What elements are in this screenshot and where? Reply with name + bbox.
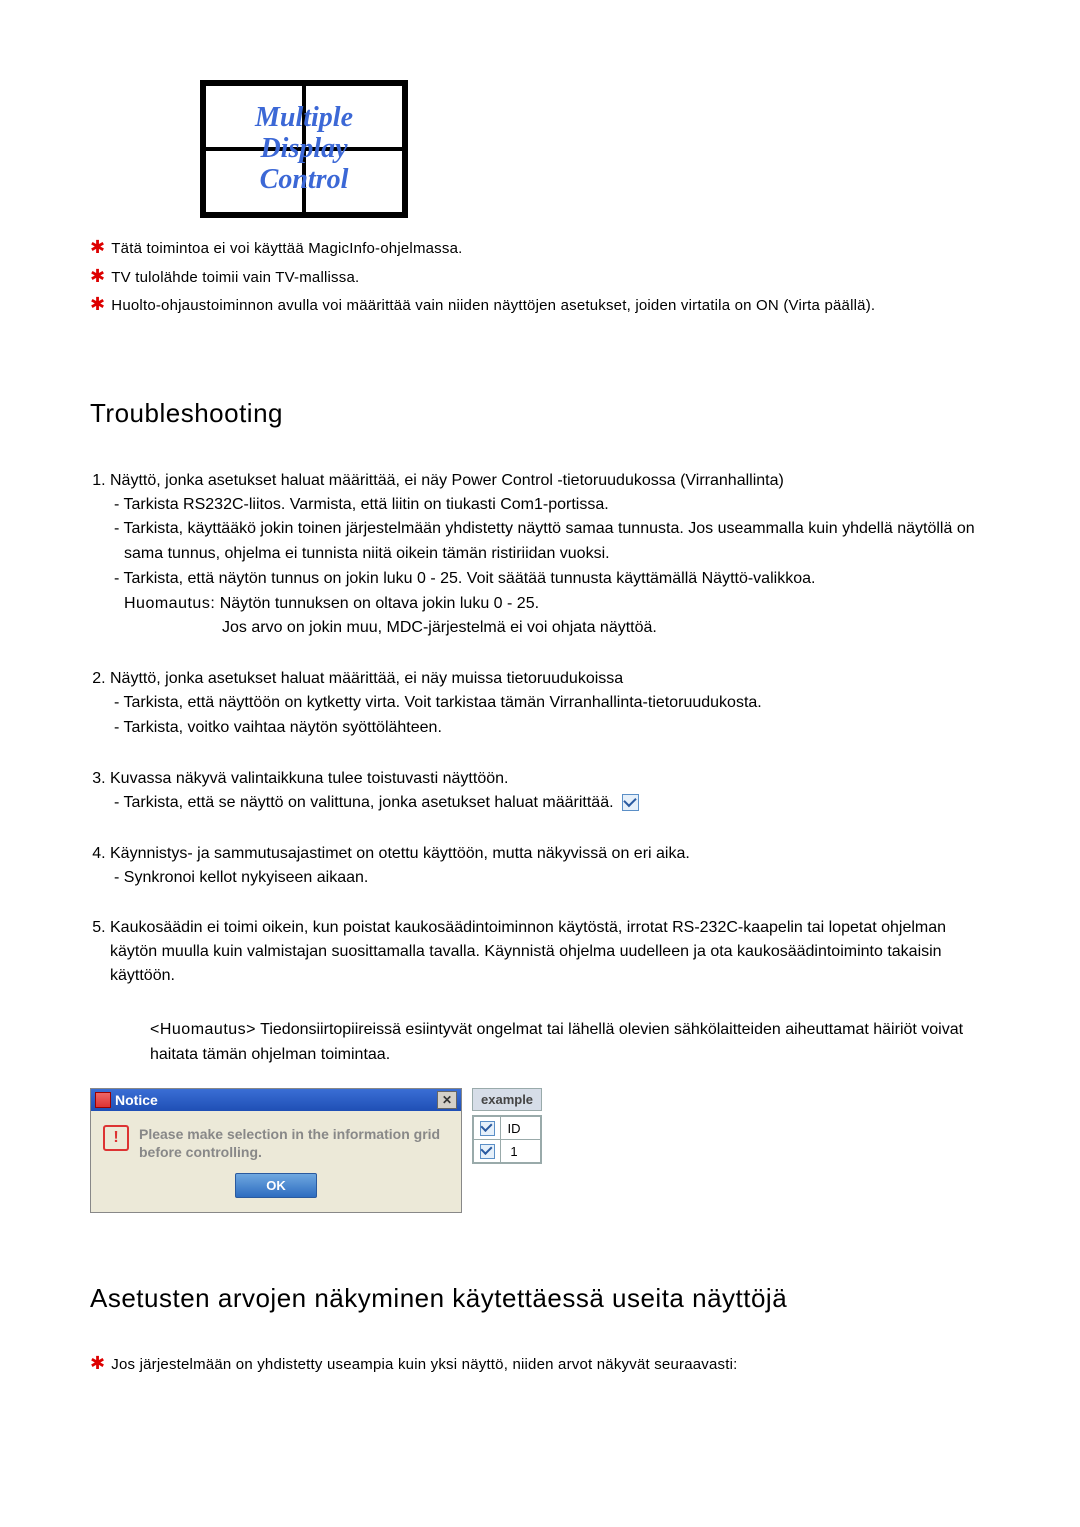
dialog-title: Notice	[115, 1092, 158, 1108]
sub-item: Tarkista, että se näyttö on valittuna, j…	[110, 791, 990, 816]
logo-line1: Multiple	[255, 102, 353, 133]
note-label: Huomautus:	[124, 595, 215, 612]
after-note-text: Tiedonsiirtopiireissä esiintyvät ongelma…	[150, 1021, 963, 1063]
table-row: ID	[474, 1117, 540, 1140]
item-main: Kuvassa näkyvä valintaikkuna tulee toist…	[110, 770, 508, 787]
note-block: Huomautus: Näytön tunnuksen on oltava jo…	[110, 592, 990, 617]
list-item: Näyttö, jonka asetukset haluat määrittää…	[110, 469, 990, 642]
ok-button[interactable]: OK	[235, 1173, 317, 1198]
dialog-titlebar: Notice ✕	[91, 1089, 461, 1111]
sub-item: Tarkista, voitko vaihtaa näytön syöttölä…	[110, 716, 990, 741]
checkbox-icon	[480, 1144, 495, 1159]
sub-text: Tarkista, että se näyttö on valittuna, j…	[123, 794, 613, 811]
note-line: Näytön tunnuksen on oltava jokin luku 0 …	[220, 595, 539, 612]
star-icon: ✱	[90, 295, 105, 313]
after-note-label: <Huomautus>	[150, 1021, 256, 1038]
note-text: Tätä toimintoa ei voi käyttää MagicInfo-…	[111, 238, 462, 261]
checkbox-icon	[622, 794, 639, 811]
app-icon	[95, 1092, 111, 1108]
sub-item: Synkronoi kellot nykyiseen aikaan.	[110, 866, 990, 891]
note-line: Jos arvo on jokin muu, MDC-järjestelmä e…	[110, 616, 990, 641]
notice-dialog: Notice ✕ ! Please make selection in the …	[90, 1088, 462, 1213]
item-main: Näyttö, jonka asetukset haluat määrittää…	[110, 670, 623, 687]
list-item: Käynnistys- ja sammutusajastimet on otet…	[110, 842, 990, 891]
item-main: Käynnistys- ja sammutusajastimet on otet…	[110, 845, 690, 862]
row-id: 1	[501, 1140, 527, 1162]
note-text: Huolto-ohjaustoiminnon avulla voi määrit…	[111, 295, 875, 318]
star-icon: ✱	[90, 267, 105, 285]
sub-item: Tarkista, että näytön tunnus on jokin lu…	[110, 567, 990, 592]
example-block: example ID 1	[472, 1088, 542, 1213]
sub-item: Tarkista, että näyttöön on kytketty virt…	[110, 691, 990, 716]
header-id: ID	[501, 1117, 527, 1139]
troubleshoot-list: Näyttö, jonka asetukset haluat määrittää…	[90, 469, 990, 989]
note-text: TV tulolähde toimii vain TV-mallissa.	[111, 267, 359, 290]
list-item: Näyttö, jonka asetukset haluat määrittää…	[110, 667, 990, 741]
logo: Multiple Display Control	[200, 80, 990, 218]
list-item: Kaukosäädin ei toimi oikein, kun poistat…	[110, 916, 990, 988]
example-label: example	[472, 1088, 542, 1111]
example-table: ID 1	[472, 1115, 542, 1164]
top-notes: ✱ Tätä toimintoa ei voi käyttää MagicInf…	[90, 238, 990, 318]
heading-multi-display: Asetusten arvojen näkyminen käytettäessä…	[90, 1283, 990, 1314]
star-icon: ✱	[90, 1354, 105, 1372]
table-row: 1	[474, 1140, 540, 1162]
warning-icon: !	[103, 1125, 129, 1151]
logo-line2: Display	[260, 133, 347, 164]
item-main: Näyttö, jonka asetukset haluat määrittää…	[110, 472, 784, 489]
dialog-message: Please make selection in the information…	[139, 1125, 449, 1161]
close-icon: ✕	[442, 1093, 452, 1107]
close-button[interactable]: ✕	[437, 1091, 457, 1109]
star-icon: ✱	[90, 238, 105, 256]
item-main: Kaukosäädin ei toimi oikein, kun poistat…	[110, 919, 946, 984]
heading-troubleshooting: Troubleshooting	[90, 398, 990, 429]
bottom-note: Jos järjestelmään on yhdistetty useampia…	[111, 1354, 737, 1377]
checkbox-icon	[480, 1121, 495, 1136]
sub-item: Tarkista RS232C-liitos. Varmista, että l…	[110, 493, 990, 518]
logo-line3: Control	[260, 163, 349, 194]
list-item: Kuvassa näkyvä valintaikkuna tulee toist…	[110, 767, 990, 816]
after-note: <Huomautus> Tiedonsiirtopiireissä esiint…	[90, 1018, 990, 1068]
sub-item: Tarkista, käyttääkö jokin toinen järjest…	[110, 517, 990, 567]
